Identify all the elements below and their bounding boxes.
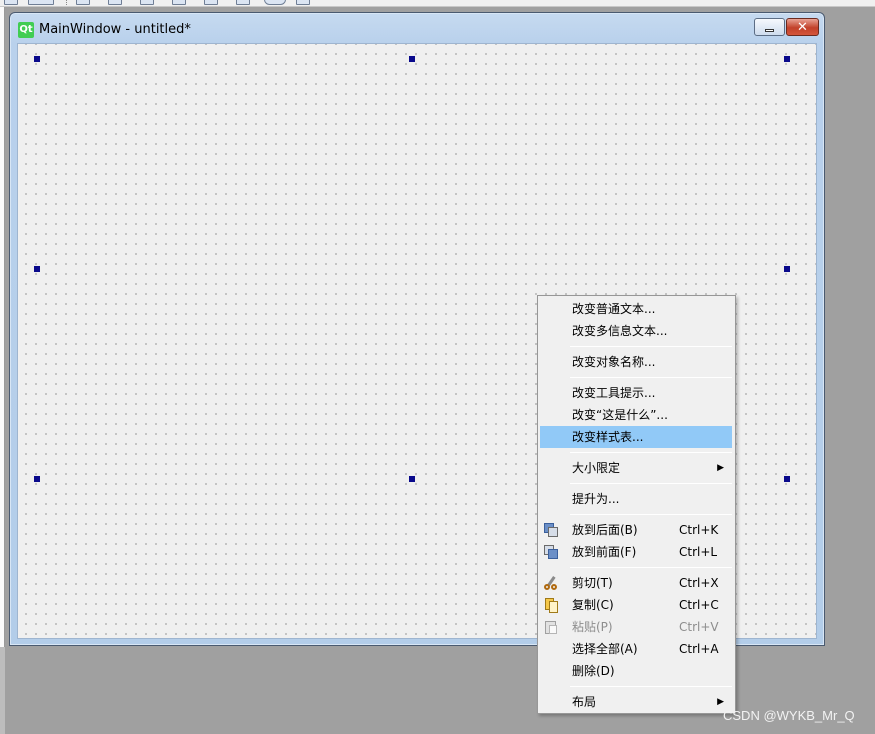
menu-item-label: 选择全部(A) — [572, 642, 638, 656]
menu-item-label: 复制(C) — [572, 598, 614, 612]
selection-handle-top-right[interactable] — [784, 56, 790, 62]
layout-horizontal-icon[interactable] — [76, 0, 90, 5]
adjust-size-icon[interactable] — [296, 0, 310, 5]
menu-item[interactable]: 放到后面(B) Ctrl+K — [540, 519, 732, 541]
qt-logo-icon: Qt — [18, 22, 34, 38]
send-to-back-icon — [543, 522, 559, 538]
menu-item[interactable]: 选择全部(A) Ctrl+A — [540, 638, 732, 660]
menu-item[interactable]: 改变“这是什么”... — [540, 404, 732, 426]
designer-toolbar — [0, 0, 875, 7]
paste-icon — [543, 619, 559, 635]
selection-handle-top-left[interactable] — [34, 56, 40, 62]
context-menu: 改变普通文本... 改变多信息文本... 改变对象名称... 改变工具提示... 改变“… — [537, 295, 736, 714]
menu-separator — [570, 377, 732, 378]
menu-item-label: 剪切(T) — [572, 576, 613, 590]
bring-to-front-icon — [543, 544, 559, 560]
widget-box-edge-lower — [0, 647, 5, 734]
menu-item-shortcut: Ctrl+L — [679, 545, 718, 559]
menu-item-label: 布局 — [572, 695, 597, 709]
selection-handle-bottom-left[interactable] — [34, 476, 40, 482]
menu-item[interactable]: 提升为... — [540, 488, 732, 510]
menu-separator — [570, 452, 732, 453]
menu-separator — [570, 567, 732, 568]
menu-item[interactable]: 粘贴(P) Ctrl+V — [540, 616, 732, 638]
toolbar-separator — [66, 0, 67, 6]
menu-item-label: 提升为... — [572, 492, 620, 506]
menu-item-shortcut: Ctrl+X — [679, 576, 719, 590]
menu-item[interactable]: 复制(C) Ctrl+C — [540, 594, 732, 616]
menu-item-shortcut: Ctrl+C — [679, 598, 719, 612]
layout-v-splitter-icon[interactable] — [172, 0, 186, 5]
minimize-icon — [765, 28, 774, 32]
edit-signals-slots-icon[interactable] — [28, 0, 54, 5]
menu-item[interactable]: 改变普通文本... — [540, 298, 732, 320]
menu-separator — [570, 483, 732, 484]
cut-icon — [543, 575, 559, 591]
menu-item-label: 大小限定 — [572, 461, 621, 475]
menu-item-label: 放到前面(F) — [572, 545, 637, 559]
minimize-button[interactable] — [754, 18, 785, 36]
layout-vertical-icon[interactable] — [108, 0, 122, 5]
menu-item-shortcut: Ctrl+K — [679, 523, 719, 537]
menu-item[interactable]: 改变样式表... — [540, 426, 732, 448]
widget-box-edge — [0, 7, 5, 647]
selection-handle-middle-left[interactable] — [34, 266, 40, 272]
menu-item-label: 改变对象名称... — [572, 355, 656, 369]
menu-item-label: 改变“这是什么”... — [572, 408, 668, 422]
selection-handle-bottom-center[interactable] — [409, 476, 415, 482]
layout-h-splitter-icon[interactable] — [140, 0, 154, 5]
menu-separator — [570, 514, 732, 515]
menu-item[interactable]: 剪切(T) Ctrl+X — [540, 572, 732, 594]
menu-item-label: 放到后面(B) — [572, 523, 638, 537]
menu-item[interactable]: 放到前面(F) Ctrl+L — [540, 541, 732, 563]
menu-item-shortcut: Ctrl+A — [679, 642, 719, 656]
designer-left-edge — [0, 7, 8, 734]
edit-widgets-icon[interactable] — [4, 0, 18, 5]
layout-form-icon[interactable] — [204, 0, 218, 5]
menu-item[interactable]: 布局 ▶ — [540, 691, 732, 713]
selection-handle-top-center[interactable] — [409, 56, 415, 62]
menu-item[interactable]: 大小限定 ▶ — [540, 457, 732, 479]
menu-item[interactable]: 改变工具提示... — [540, 382, 732, 404]
break-layout-icon[interactable] — [264, 0, 286, 5]
menu-item-label: 粘贴(P) — [572, 620, 613, 634]
menu-item-shortcut: Ctrl+V — [679, 620, 719, 634]
menu-item-label: 改变普通文本... — [572, 302, 656, 316]
menu-item[interactable]: 改变对象名称... — [540, 351, 732, 373]
close-icon: ✕ — [797, 19, 808, 35]
menu-item-label: 删除(D) — [572, 664, 615, 678]
window-title: MainWindow - untitled* — [39, 22, 191, 37]
menu-separator — [570, 686, 732, 687]
layout-grid-icon[interactable] — [236, 0, 250, 5]
selection-handle-bottom-right[interactable] — [784, 476, 790, 482]
selection-handle-middle-right[interactable] — [784, 266, 790, 272]
watermark: CSDN @WYKB_Mr_Q — [723, 708, 855, 723]
submenu-arrow-icon: ▶ — [717, 463, 724, 473]
menu-separator — [570, 346, 732, 347]
menu-item[interactable]: 删除(D) — [540, 660, 732, 682]
menu-item-label: 改变样式表... — [572, 430, 644, 444]
close-button[interactable]: ✕ — [786, 18, 819, 36]
form-title-bar[interactable]: Qt MainWindow - untitled* ✕ — [10, 13, 824, 43]
menu-item-label: 改变工具提示... — [572, 386, 656, 400]
menu-item-label: 改变多信息文本... — [572, 324, 668, 338]
copy-icon — [543, 597, 559, 613]
menu-item[interactable]: 改变多信息文本... — [540, 320, 732, 342]
